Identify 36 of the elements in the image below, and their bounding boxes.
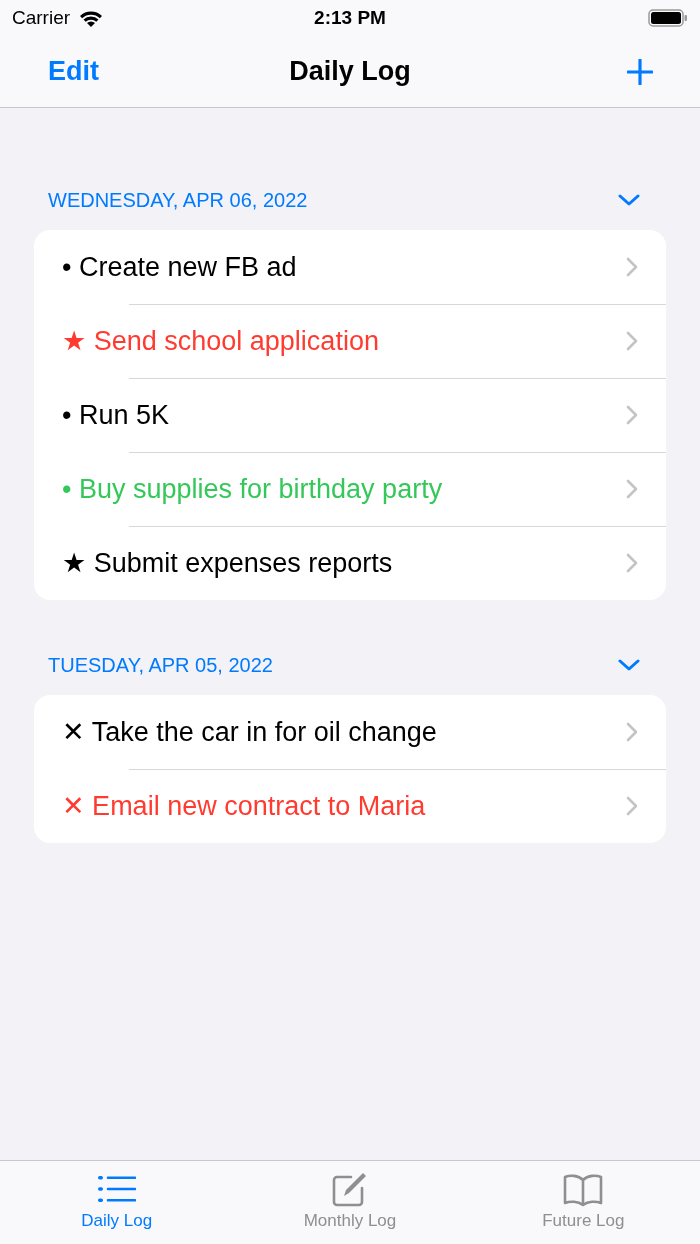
battery-icon (648, 9, 688, 27)
compose-icon (331, 1171, 369, 1207)
tab-bar-item[interactable]: Monthly Log (233, 1161, 467, 1244)
entry-row[interactable]: ✕ Email new contract to Maria (34, 769, 666, 843)
chevron-right-icon (626, 257, 638, 277)
entry-text: ✕ Email new contract to Maria (62, 790, 426, 822)
book-icon (562, 1171, 605, 1207)
entry-text: ✕ Take the car in for oil change (62, 716, 437, 748)
entry-row[interactable]: • Run 5K (34, 378, 666, 452)
entry-row[interactable]: ✕ Take the car in for oil change (34, 695, 666, 769)
entry-row[interactable]: • Buy supplies for birthday party (34, 452, 666, 526)
chevron-right-icon (626, 553, 638, 573)
entry-row[interactable]: ★ Submit expenses reports (34, 526, 666, 600)
clock-time: 2:13 PM (314, 7, 386, 29)
entry-text: • Create new FB ad (62, 251, 297, 283)
carrier-label: Carrier (12, 7, 71, 29)
chevron-right-icon (626, 331, 638, 351)
edit-button[interactable]: Edit (48, 56, 99, 87)
tab-bar-item[interactable]: Future Log (466, 1161, 700, 1244)
chevron-right-icon (626, 722, 638, 742)
entry-text: • Buy supplies for birthday party (62, 473, 443, 505)
entry-text: ★ Send school application (62, 325, 379, 357)
chevron-right-icon (626, 796, 638, 816)
entry-text: ★ Submit expenses reports (62, 547, 393, 579)
chevron-down-icon[interactable] (618, 193, 640, 207)
add-button[interactable] (627, 58, 653, 85)
screen-title: Daily Log (289, 56, 411, 87)
section-header: WEDNESDAY, APR 06, 2022 (48, 188, 308, 212)
entry-row[interactable]: • Create new FB ad (34, 230, 666, 304)
entry-text: • Run 5K (62, 399, 169, 431)
entry-row[interactable]: ★ Send school application (34, 304, 666, 378)
tab-bar-item[interactable]: Daily Log (0, 1161, 234, 1244)
chevron-right-icon (626, 479, 638, 499)
chevron-down-icon[interactable] (618, 658, 640, 672)
section-header: TUESDAY, APR 05, 2022 (48, 653, 273, 677)
chevron-right-icon (626, 405, 638, 425)
